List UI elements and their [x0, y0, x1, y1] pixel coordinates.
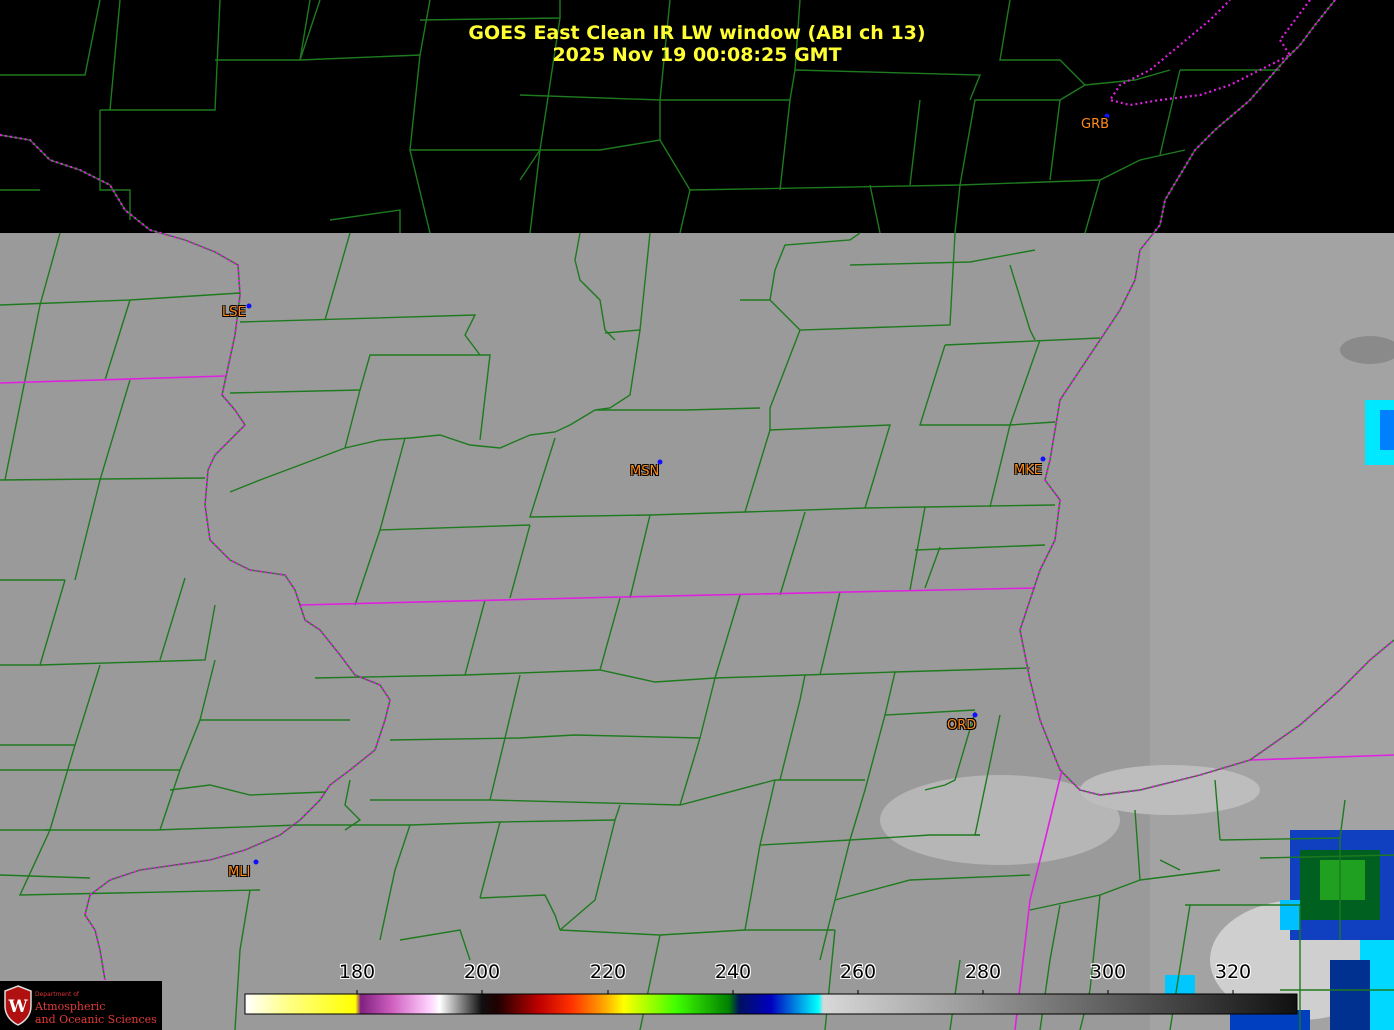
station-label-lse: LSE	[222, 305, 246, 320]
logo-department-text: Department of	[35, 991, 79, 998]
station-label-ord: ORD	[947, 718, 977, 733]
colorbar	[244, 990, 1298, 1015]
station-dot-ord	[972, 712, 978, 718]
station-label-msn: MSN	[630, 464, 660, 479]
station-dot-mli	[253, 859, 259, 865]
logo-line-2: and Oceanic Sciences	[35, 1013, 157, 1026]
colorbar-tick-label: 220	[589, 961, 627, 983]
station-label-mli: MLI	[228, 865, 251, 880]
aos-logo: W Department of Atmospheric and Oceanic …	[0, 981, 162, 1030]
colorbar-tick-label: 280	[964, 961, 1002, 983]
station-dot-lse	[246, 303, 252, 309]
colorbar-tick-label: 180	[338, 961, 376, 983]
uw-seal-icon: W	[4, 985, 32, 1026]
logo-line-1: Atmospheric	[35, 1000, 106, 1013]
station-label-grb: GRB	[1081, 117, 1110, 132]
satellite-map	[0, 0, 1394, 1030]
cloud-patch	[1080, 765, 1260, 815]
station-label-mke: MKE	[1014, 463, 1042, 478]
station-dot-mke	[1040, 456, 1046, 462]
colorbar-gradient	[244, 993, 1298, 1015]
title-line-1: GOES East Clean IR LW window (ABI ch 13)	[468, 22, 926, 44]
colorbar-tick-label: 240	[714, 961, 752, 983]
colorbar-tick-label: 300	[1089, 961, 1127, 983]
svg-text:W: W	[7, 997, 28, 1017]
colorbar-tick-label: 320	[1214, 961, 1252, 983]
colorbar-tick-label: 260	[839, 961, 877, 983]
title-line-2: 2025 Nov 19 00:08:25 GMT	[552, 44, 842, 66]
colorbar-tick-label: 200	[463, 961, 501, 983]
